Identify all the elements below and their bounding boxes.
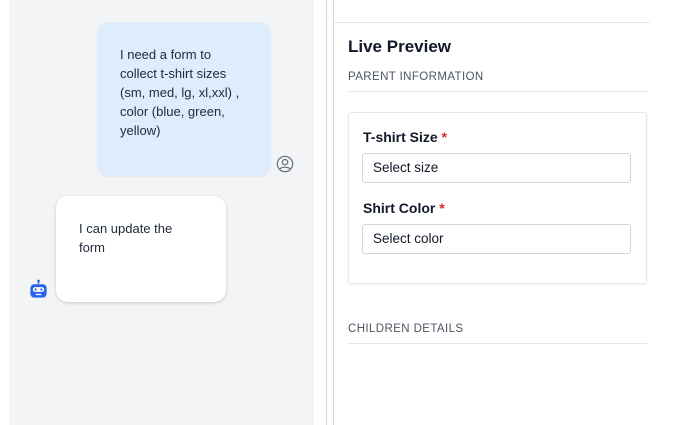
robot-icon <box>30 279 47 298</box>
message-line: color (blue, green, <box>120 104 225 119</box>
message-line: form <box>79 240 105 255</box>
pane-divider[interactable] <box>326 0 327 425</box>
bot-message-bubble: I can update the form <box>56 196 226 302</box>
user-message-bubble: I need a form to collect t-shirt sizes (… <box>97 22 271 176</box>
chat-pane: I need a form to collect t-shirt sizes (… <box>9 0 314 425</box>
section-heading-parent: PARENT INFORMATION <box>348 71 484 83</box>
live-preview-title: Live Preview <box>348 37 452 56</box>
required-marker: * <box>439 200 445 216</box>
message-line: I can update the <box>79 221 173 236</box>
section-rule <box>348 343 647 344</box>
user-circle-icon <box>276 155 294 173</box>
message-line: collect t-shirt sizes <box>120 66 227 81</box>
field-label-text: T-shirt Size <box>363 129 438 145</box>
message-line: (sm, med, lg, xl,xxl) , <box>120 85 240 100</box>
toolbar-rule <box>334 22 650 23</box>
shirt-color-label: Shirt Color * <box>363 200 445 216</box>
field-label-text: Shirt Color <box>363 200 436 216</box>
tshirt-size-select[interactable]: Select size <box>362 153 631 183</box>
message-line: I need a form to <box>120 47 212 62</box>
shirt-color-select[interactable]: Select color <box>362 224 631 254</box>
message-line: yellow) <box>120 123 161 138</box>
section-heading-children: CHILDREN DETAILS <box>348 323 464 335</box>
tshirt-size-label: T-shirt Size * <box>363 129 447 145</box>
section-rule <box>348 91 647 92</box>
required-marker: * <box>441 129 448 145</box>
preview-border <box>333 0 334 425</box>
parent-information-card: T-shirt Size * Select size Shirt Color *… <box>348 112 647 284</box>
